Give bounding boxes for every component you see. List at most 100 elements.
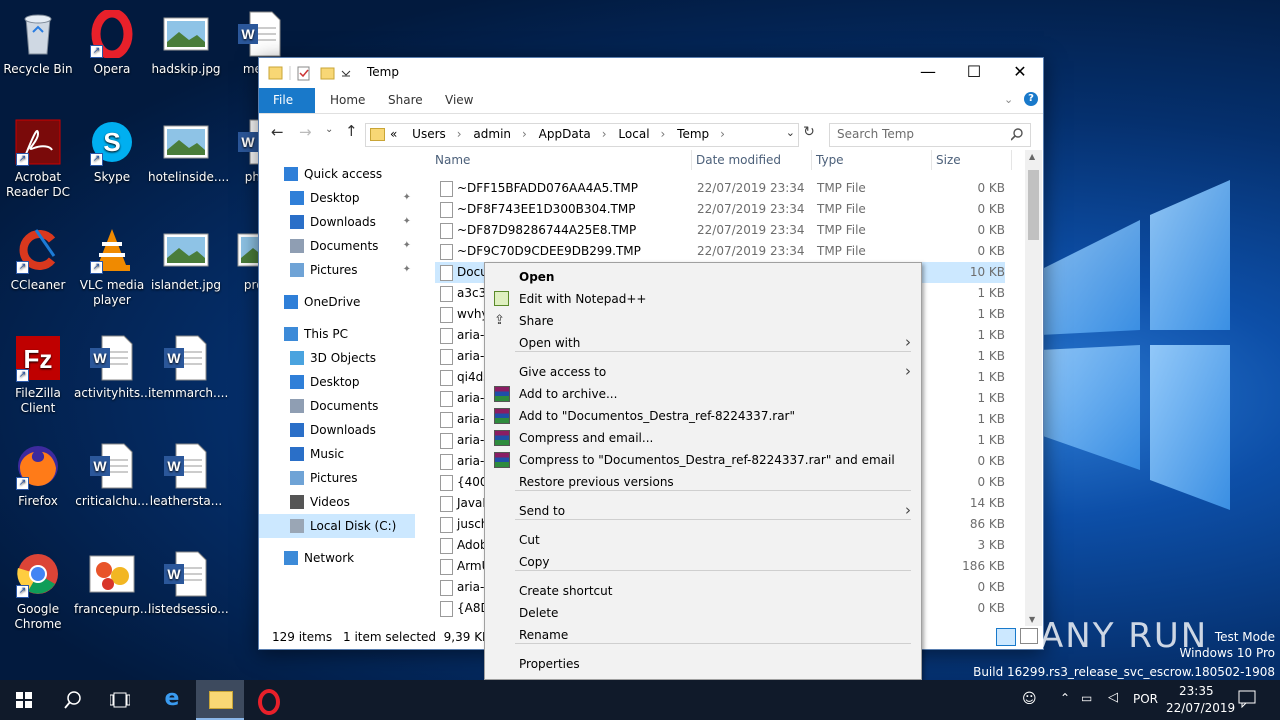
nav-pc-item[interactable]: Downloads <box>259 418 415 442</box>
nav-qa-documents[interactable]: Documents ✦ <box>259 234 415 258</box>
taskbar-file-explorer[interactable] <box>196 680 244 720</box>
context-menu-item[interactable]: Give access to › <box>485 361 921 383</box>
search-button[interactable] <box>48 680 96 720</box>
desktop-icon[interactable]: Wleathersta... <box>148 436 224 509</box>
breadcrumb-admin[interactable]: admin <box>473 127 511 141</box>
details-view-icon[interactable] <box>996 628 1016 646</box>
network-tray-icon[interactable]: ▭ <box>1081 691 1092 705</box>
nav-quick-access[interactable]: Quick access <box>259 162 415 186</box>
context-menu-item[interactable]: Compress and email... <box>485 427 921 449</box>
desktop-icon[interactable]: hadskip.jpg <box>148 4 224 77</box>
breadcrumb-temp[interactable]: Temp <box>677 127 709 141</box>
desktop-icon[interactable]: ↗ VLC media player <box>74 220 150 308</box>
minimize-button[interactable]: — <box>905 58 951 88</box>
clock-date[interactable]: 22/07/2019 <box>1166 701 1235 715</box>
taskbar-opera[interactable] <box>244 680 292 720</box>
nav-pc-item[interactable]: Videos <box>259 490 415 514</box>
volume-icon[interactable]: ◁ <box>1108 690 1118 705</box>
search-input[interactable]: Search Temp <box>829 123 1031 147</box>
language-indicator[interactable]: POR <box>1133 692 1158 706</box>
taskbar-edge[interactable]: e <box>148 680 196 720</box>
desktop-icon[interactable]: Wlistedsessio... <box>148 544 229 617</box>
desktop-icon[interactable]: hotelinside.... <box>148 112 229 185</box>
nav-pc-item[interactable]: Local Disk (C:) <box>259 514 415 538</box>
nav-pc-item[interactable]: Music <box>259 442 415 466</box>
file-row[interactable]: ~DF9C70D9CDEE9DB299.TMP 22/07/2019 23:34 T… <box>435 241 1005 262</box>
address-dropdown-icon[interactable]: ⌄ <box>786 126 795 139</box>
breadcrumb-appdata[interactable]: AppData <box>539 127 591 141</box>
maximize-button[interactable]: ☐ <box>951 58 997 88</box>
nav-pc-item[interactable]: Documents <box>259 394 415 418</box>
context-menu-item[interactable]: Create shortcut <box>485 580 921 602</box>
column-name[interactable]: Name <box>435 153 470 167</box>
action-center-icon[interactable] <box>1238 690 1256 708</box>
file-row[interactable]: ~DF87D98286744A25E8.TMP 22/07/2019 23:34 T… <box>435 220 1005 241</box>
desktop-icon[interactable]: ↗ Google Chrome <box>0 544 76 632</box>
nav-pc-item[interactable]: Pictures <box>259 466 415 490</box>
back-arrow-icon[interactable]: ← <box>271 123 284 141</box>
desktop-icon[interactable]: ↗ Firefox <box>0 436 76 509</box>
title-bar[interactable]: Temp — ☐ ✕ <box>259 58 1043 88</box>
nav-network[interactable]: Network <box>259 546 415 570</box>
winrar-icon <box>494 430 510 446</box>
context-menu-item[interactable]: ⇪ Share <box>485 310 921 332</box>
nav-this-pc[interactable]: This PC <box>259 322 415 346</box>
context-menu-item[interactable]: Delete <box>485 602 921 624</box>
file-row[interactable]: ~DFF15BFADD076AA4A5.TMP 22/07/2019 23:34 T… <box>435 178 1005 199</box>
column-date-modified[interactable]: Date modified <box>696 153 781 167</box>
nav-qa-pictures[interactable]: Pictures ✦ <box>259 258 415 282</box>
desktop-icon[interactable]: S ↗ Skype <box>74 112 150 185</box>
breadcrumb-local[interactable]: Local <box>618 127 649 141</box>
context-menu-item[interactable]: Compress to "Documentos_Destra_ref-82243… <box>485 449 921 471</box>
start-button[interactable] <box>0 680 48 720</box>
address-bar[interactable]: « Users › admin › AppData › Local › Temp › ⌄ <box>365 123 799 147</box>
scrollbar-thumb[interactable] <box>1028 170 1039 240</box>
desktop-icon[interactable]: ↗ CCleaner <box>0 220 76 293</box>
tab-file[interactable]: File <box>259 88 315 113</box>
large-icons-view-icon[interactable] <box>1020 628 1038 644</box>
desktop-icon[interactable]: islandet.jpg <box>148 220 224 293</box>
clock-time[interactable]: 23:35 <box>1179 684 1214 698</box>
context-menu-item[interactable]: Cut <box>485 529 921 551</box>
people-icon[interactable]: ☺ <box>1022 691 1037 707</box>
ccleaner-icon: ↗ <box>14 226 62 274</box>
nav-qa-desktop[interactable]: Desktop ✦ <box>259 186 415 210</box>
nav-pc-item[interactable]: 3D Objects <box>259 346 415 370</box>
nav-qa-downloads[interactable]: Downloads ✦ <box>259 210 415 234</box>
context-menu-item[interactable]: Add to archive... <box>485 383 921 405</box>
up-arrow-icon[interactable]: ↑ <box>345 122 358 140</box>
forward-arrow-icon[interactable]: → <box>299 123 312 141</box>
desktop-icon[interactable]: Witemmarch.... <box>148 328 228 401</box>
desktop-icon[interactable]: ↗ Opera <box>74 4 150 77</box>
context-menu-item[interactable]: Properties <box>485 653 921 675</box>
context-menu-item[interactable]: Open <box>485 266 921 288</box>
tray-chevron-icon[interactable]: ⌃ <box>1060 691 1070 705</box>
column-size[interactable]: Size <box>936 153 961 167</box>
refresh-icon[interactable]: ↻ <box>800 124 818 144</box>
file-row[interactable]: ~DF8F743EE1D300B304.TMP 22/07/2019 23:34 T… <box>435 199 1005 220</box>
help-icon[interactable]: ? <box>1024 92 1038 106</box>
desktop-icon[interactable]: ↗ Acrobat Reader DC <box>0 112 76 200</box>
tab-home[interactable]: Home <box>315 88 380 113</box>
desktop-icon[interactable]: Wcriticalchu... <box>74 436 150 509</box>
desktop-icon[interactable]: Recycle Bin <box>0 4 76 77</box>
tab-view[interactable]: View <box>430 88 488 113</box>
context-menu-item[interactable]: Edit with Notepad++ <box>485 288 921 310</box>
chevron-down-icon[interactable]: ⌄ <box>1004 93 1013 106</box>
tab-share[interactable]: Share <box>373 88 438 113</box>
nav-pc-item[interactable]: Desktop <box>259 370 415 394</box>
desktop-icon[interactable]: Wactivityhits... <box>74 328 152 401</box>
breadcrumb-overflow[interactable]: « <box>390 127 397 141</box>
winrar-icon <box>494 452 510 468</box>
vertical-scrollbar[interactable]: ▲ ▼ <box>1025 150 1042 626</box>
desktop-icon[interactable]: francepurp... <box>74 544 151 617</box>
breadcrumb-users[interactable]: Users <box>412 127 446 141</box>
column-type[interactable]: Type <box>816 153 844 167</box>
recent-dropdown-icon[interactable]: ⌄ <box>325 124 333 135</box>
pictures-icon <box>290 471 304 485</box>
nav-onedrive[interactable]: OneDrive <box>259 290 415 314</box>
task-view-button[interactable] <box>96 680 144 720</box>
context-menu-item[interactable]: Add to "Documentos_Destra_ref-8224337.ra… <box>485 405 921 427</box>
close-button[interactable]: ✕ <box>997 58 1043 88</box>
desktop-icon[interactable]: Fz ↗ FileZilla Client <box>0 328 76 416</box>
